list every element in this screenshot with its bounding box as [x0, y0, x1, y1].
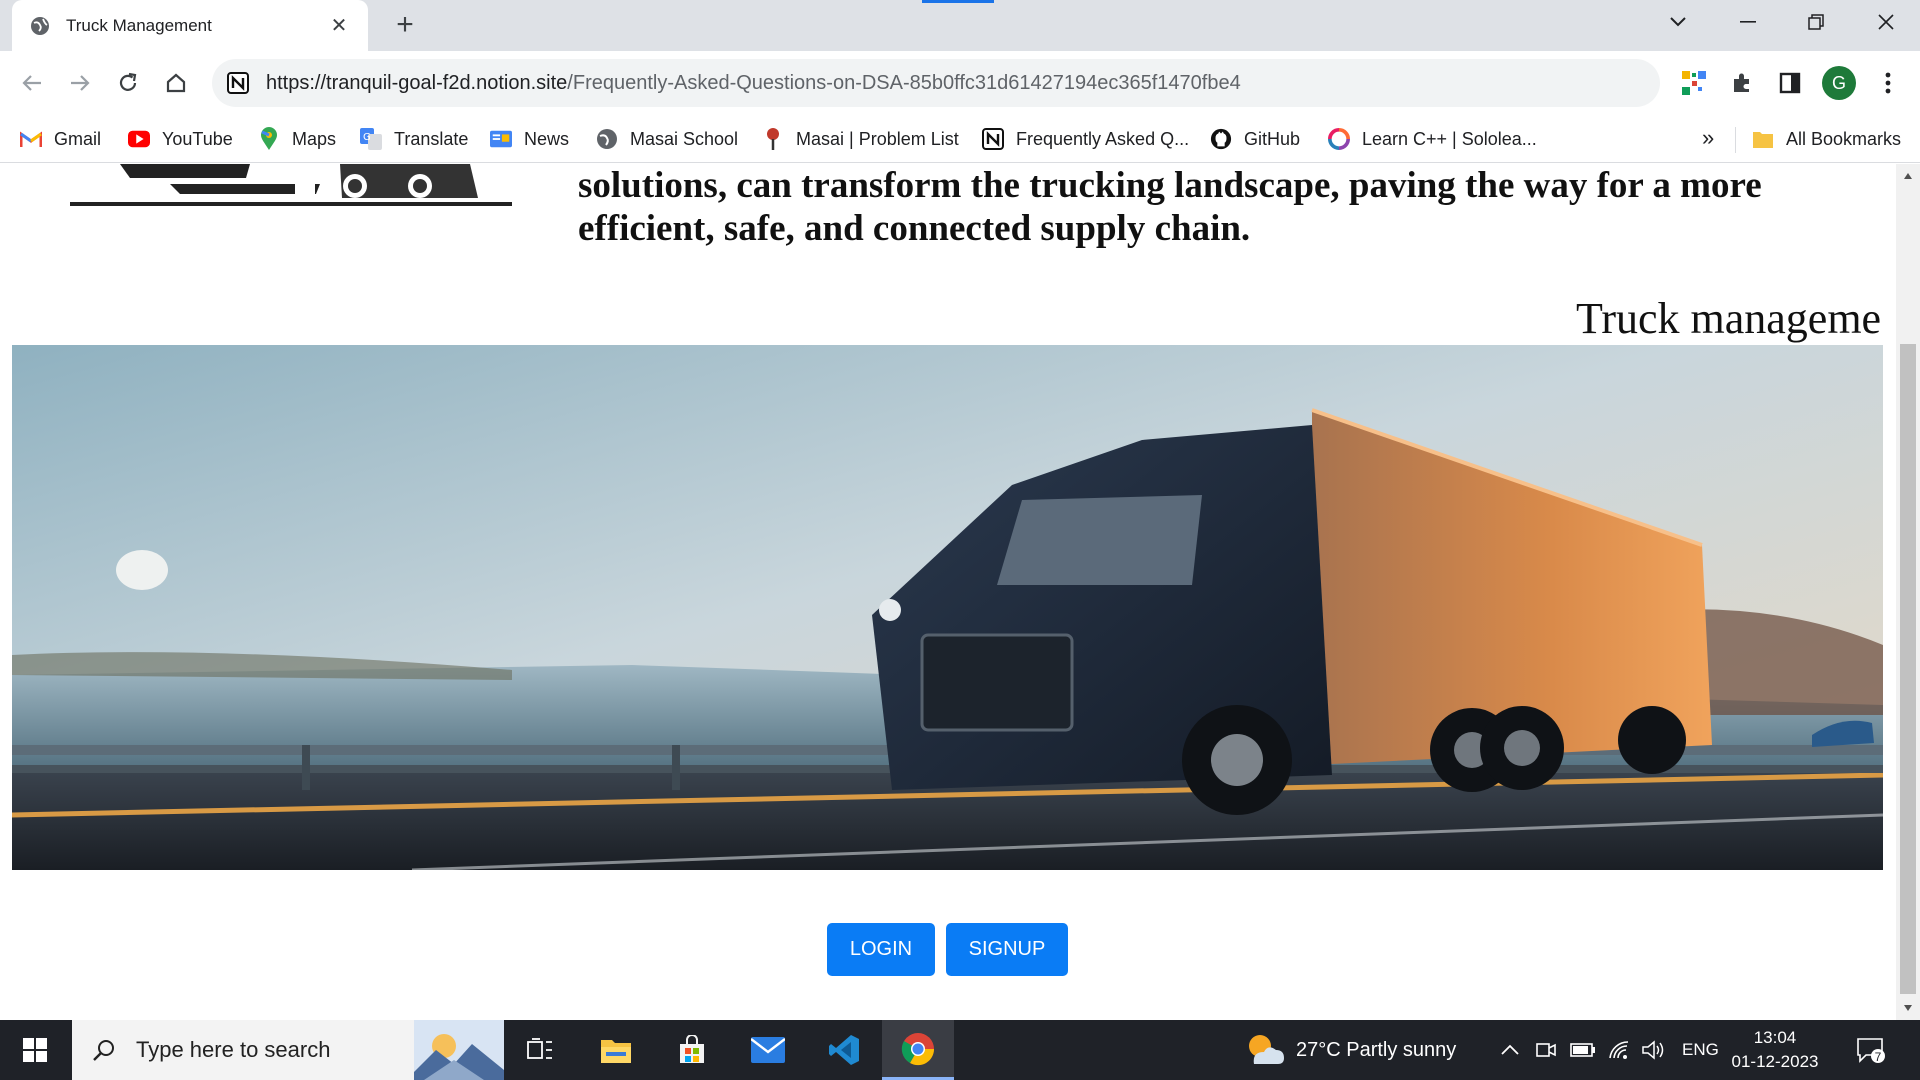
- youtube-icon: [128, 128, 150, 150]
- volume-icon[interactable]: [1642, 1020, 1666, 1080]
- truck-logo: [70, 164, 512, 206]
- notifications-icon[interactable]: 7: [1856, 1020, 1886, 1080]
- url-text: https://tranquil-goal-f2d.notion.site/Fr…: [266, 71, 1241, 94]
- home-icon[interactable]: [158, 65, 194, 101]
- notion-icon: [982, 128, 1004, 150]
- signup-button[interactable]: SIGNUP: [946, 923, 1068, 976]
- chrome-taskbar-icon[interactable]: [882, 1020, 954, 1080]
- battery-icon[interactable]: [1570, 1020, 1596, 1080]
- close-window-icon[interactable]: [1860, 0, 1912, 44]
- scroll-up-icon[interactable]: [1900, 168, 1916, 184]
- scroll-down-icon[interactable]: [1900, 1000, 1916, 1016]
- mail-icon[interactable]: [732, 1020, 804, 1080]
- browser-toolbar: https://tranquil-goal-f2d.notion.site/Fr…: [0, 51, 1920, 115]
- reload-icon[interactable]: [110, 65, 146, 101]
- folder-icon: [1752, 128, 1774, 150]
- search-icon: [93, 1040, 114, 1061]
- show-hidden-icons-icon[interactable]: [1500, 1020, 1520, 1080]
- clock-date: 01-12-2023: [1731, 1052, 1819, 1071]
- task-view-icon[interactable]: [504, 1020, 576, 1080]
- sololearn-icon: [1328, 128, 1350, 150]
- partly-sunny-icon: [1249, 1035, 1284, 1064]
- marquee-text: Truck manageme: [1576, 294, 1882, 343]
- language-indicator[interactable]: ENG: [1682, 1020, 1719, 1080]
- wifi-icon[interactable]: [1608, 1020, 1630, 1080]
- address-bar[interactable]: https://tranquil-goal-f2d.notion.site/Fr…: [212, 59, 1660, 107]
- bookmarks-more-button[interactable]: »: [1702, 125, 1714, 151]
- hero-truck-image: [12, 345, 1883, 870]
- taskbar-clock[interactable]: 13:04 01-12-2023: [1730, 1026, 1820, 1074]
- news-icon: [490, 128, 512, 150]
- bookmark-maps[interactable]: Maps: [258, 125, 336, 153]
- windows-taskbar: Type here to search 27°C Partly sunny EN…: [0, 1020, 1920, 1080]
- svg-text:G: G: [363, 132, 371, 143]
- browser-tab[interactable]: Truck Management ✕: [12, 0, 368, 51]
- login-button[interactable]: LOGIN: [827, 923, 935, 976]
- github-icon: [1210, 128, 1232, 150]
- extensions-icon[interactable]: [1724, 65, 1760, 101]
- globe-icon: [31, 16, 49, 35]
- bookmark-youtube[interactable]: YouTube: [128, 125, 233, 153]
- close-tab-icon[interactable]: ✕: [328, 13, 350, 38]
- bookmark-sololearn[interactable]: Learn C++ | Sololea...: [1328, 125, 1537, 153]
- all-bookmarks-folder[interactable]: All Bookmarks: [1752, 125, 1901, 153]
- meet-now-icon[interactable]: [1536, 1020, 1556, 1080]
- tab-search-icon[interactable]: [1652, 0, 1704, 44]
- taskbar-search-input[interactable]: Type here to search: [72, 1020, 504, 1080]
- side-panel-icon[interactable]: [1772, 65, 1808, 101]
- bookmarks-bar: Gmail YouTube Maps G Translate News Masa…: [0, 115, 1920, 163]
- globe-icon: [596, 128, 618, 150]
- vscode-icon[interactable]: [808, 1020, 880, 1080]
- clock-time: 13:04: [1753, 1028, 1797, 1047]
- forward-icon[interactable]: [62, 65, 98, 101]
- notification-count: 7: [1874, 1050, 1882, 1064]
- kebab-menu-icon[interactable]: [1870, 65, 1906, 101]
- intro-line-1: solutions, can transform the trucking la…: [578, 165, 1762, 206]
- bookmark-github[interactable]: GitHub: [1210, 125, 1300, 153]
- bookmark-frequently-asked[interactable]: Frequently Asked Q...: [982, 125, 1189, 153]
- profile-avatar[interactable]: G: [1822, 66, 1856, 100]
- translate-icon: G: [360, 128, 382, 150]
- windows-start-icon[interactable]: [0, 1020, 70, 1080]
- bookmark-translate[interactable]: G Translate: [360, 125, 468, 153]
- tab-title: Truck Management: [66, 15, 212, 35]
- bookmark-masai-problem-list[interactable]: Masai | Problem List: [762, 125, 959, 153]
- intro-line-2: efficient, safe, and connected supply ch…: [578, 208, 1251, 249]
- tab-indicator: [922, 0, 994, 3]
- bookmark-gmail[interactable]: Gmail: [20, 125, 101, 153]
- tab-strip: Truck Management ✕ +: [0, 0, 1920, 51]
- back-icon[interactable]: [14, 65, 50, 101]
- notion-icon: [227, 72, 249, 94]
- scroll-thumb[interactable]: [1900, 344, 1916, 994]
- bookmark-news[interactable]: News: [490, 125, 569, 153]
- file-explorer-icon[interactable]: [580, 1020, 652, 1080]
- bookmarks-divider: [1735, 127, 1736, 153]
- taskbar-search-placeholder: Type here to search: [136, 1037, 331, 1062]
- page-scrollbar[interactable]: [1896, 164, 1920, 1020]
- page-viewport: solutions, can transform the trucking la…: [0, 164, 1896, 1020]
- intro-paragraph: solutions, can transform the trucking la…: [578, 164, 1878, 250]
- search-highlight-icon: [414, 1020, 504, 1080]
- weather-text: 27°C Partly sunny: [1296, 1038, 1457, 1061]
- microsoft-store-icon[interactable]: [656, 1020, 728, 1080]
- bookmark-masai-school[interactable]: Masai School: [596, 125, 738, 153]
- weather-widget[interactable]: 27°C Partly sunny: [1244, 1020, 1456, 1080]
- maps-icon: [258, 127, 280, 150]
- new-tab-button[interactable]: +: [390, 8, 420, 42]
- restore-icon[interactable]: [1790, 0, 1842, 44]
- gmail-icon: [20, 128, 42, 150]
- minimize-icon[interactable]: [1722, 0, 1774, 44]
- masai-icon: [762, 128, 784, 150]
- qr-extension-icon[interactable]: [1676, 65, 1712, 101]
